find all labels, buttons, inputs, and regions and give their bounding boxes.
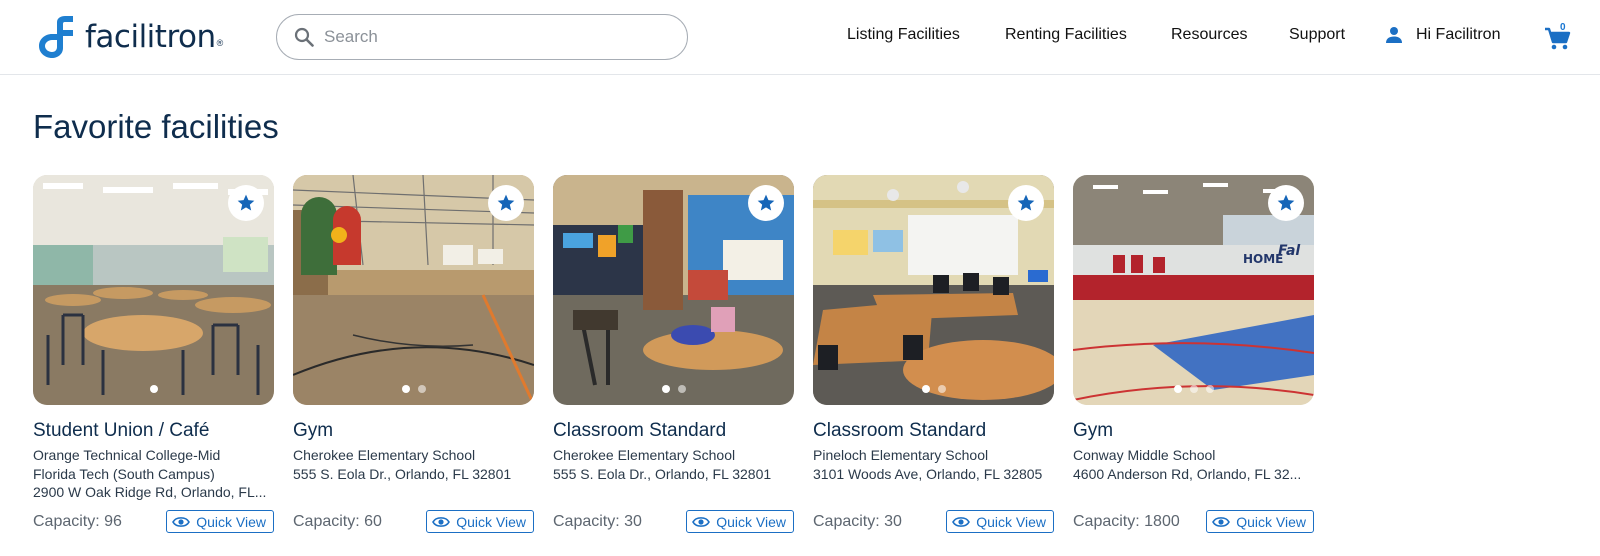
quick-view-label: Quick View [456, 513, 526, 530]
carousel-dot[interactable] [677, 385, 686, 393]
svg-text:Fal: Fal [1278, 243, 1300, 259]
facility-card[interactable]: Student Union / Café Orange Technical Co… [33, 175, 274, 533]
quick-view-button[interactable]: Quick View [946, 510, 1054, 533]
facility-photo[interactable] [293, 175, 534, 405]
card-address-line: Florida Tech (South Campus) [33, 465, 215, 482]
facility-name[interactable]: Gym [1073, 420, 1113, 442]
carousel-dot[interactable] [149, 385, 158, 393]
quick-view-button[interactable]: Quick View [686, 510, 794, 533]
facilitron-logo-icon [39, 16, 73, 58]
favorite-button[interactable] [1268, 185, 1304, 221]
facility-name[interactable]: Classroom Standard [813, 420, 986, 442]
facility-name[interactable]: Classroom Standard [553, 420, 726, 442]
facilitron-logo[interactable]: facilitron ® [33, 15, 223, 59]
carousel-dot[interactable] [937, 385, 946, 393]
eye-icon [1212, 516, 1231, 527]
card-address-line: 555 S. Eola Dr., Orlando, FL 32801 [293, 465, 512, 482]
star-icon [237, 194, 255, 211]
eye-icon [172, 516, 191, 527]
facility-photo[interactable]: HOME Fal [1073, 175, 1314, 405]
quick-view-label: Quick View [716, 513, 786, 530]
quick-view-label: Quick View [976, 513, 1046, 530]
carousel-indicator [1073, 385, 1314, 393]
card-address-line: Cherokee Elementary School [553, 447, 736, 463]
card-address-line: 555 S. Eola Dr., Orlando, FL 32801 [553, 465, 772, 482]
logo-registered-mark: ® [216, 38, 224, 48]
quick-view-label: Quick View [1236, 513, 1306, 530]
eye-icon [952, 516, 971, 527]
facility-card[interactable]: Gym Cherokee Elementary School 555 S. Eol… [293, 175, 534, 533]
carousel-dot[interactable] [417, 385, 426, 393]
card-address-line: Pineloch Elementary School [813, 447, 989, 463]
carousel-dot[interactable] [921, 385, 930, 393]
facility-address: Cherokee Elementary School 555 S. Eola Dr… [293, 446, 534, 483]
star-icon [757, 194, 775, 211]
favorite-button[interactable] [748, 185, 784, 221]
nav-support[interactable]: Support [1289, 26, 1345, 44]
star-icon [1277, 194, 1295, 211]
logo-wordmark: facilitron [85, 19, 216, 55]
cart-count-badge: 0 [1560, 22, 1566, 33]
card-address-line: Orange Technical College-Mid [33, 447, 221, 463]
carousel-dot[interactable] [1173, 385, 1182, 393]
favorite-button[interactable] [1008, 185, 1044, 221]
facility-address: Pineloch Elementary School 3101 Woods Ave… [813, 446, 1054, 483]
carousel-indicator [33, 385, 274, 393]
card-address-line: 3101 Woods Ave, Orlando, FL 32805 [813, 465, 1043, 482]
facility-address: Conway Middle School 4600 Anderson Rd, Or… [1073, 446, 1314, 483]
page-title: Favorite facilities [33, 108, 279, 145]
facility-capacity: Capacity: 1800 [1073, 513, 1180, 530]
facility-photo[interactable] [33, 175, 274, 405]
carousel-indicator [553, 385, 794, 393]
person-icon [1386, 27, 1402, 43]
facility-capacity: Capacity: 30 [553, 513, 642, 530]
facility-capacity: Capacity: 60 [293, 513, 382, 530]
favorite-button[interactable] [488, 185, 524, 221]
facility-name[interactable]: Gym [293, 420, 333, 442]
star-icon [497, 194, 515, 211]
quick-view-label: Quick View [196, 513, 266, 530]
quick-view-button[interactable]: Quick View [426, 510, 534, 533]
search-input[interactable] [324, 27, 664, 47]
facility-card[interactable]: Classroom Standard Pineloch Elementary S… [813, 175, 1054, 533]
facility-photo[interactable] [813, 175, 1054, 405]
carousel-indicator [293, 385, 534, 393]
card-address-line: 4600 Anderson Rd, Orlando, FL 32... [1073, 465, 1302, 482]
nav-renting-facilities[interactable]: Renting Facilities [1005, 26, 1127, 44]
star-icon [1017, 194, 1035, 211]
carousel-dot[interactable] [661, 385, 670, 393]
card-address-line: 2900 W Oak Ridge Rd, Orlando, FL... [33, 484, 267, 500]
facility-photo[interactable] [553, 175, 794, 405]
eye-icon [692, 516, 711, 527]
carousel-dot[interactable] [401, 385, 410, 393]
card-address-line: Cherokee Elementary School [293, 447, 476, 463]
facility-capacity: Capacity: 96 [33, 513, 122, 530]
facility-address: Orange Technical College-Mid Florida Tech… [33, 446, 274, 502]
facility-capacity: Capacity: 30 [813, 513, 902, 530]
user-menu[interactable]: Hi Facilitron [1385, 26, 1500, 44]
shopping-cart-icon[interactable] [1543, 23, 1573, 53]
quick-view-button[interactable]: Quick View [166, 510, 274, 533]
nav-listing-facilities[interactable]: Listing Facilities [847, 26, 960, 44]
search-box[interactable] [276, 14, 688, 60]
nav-resources[interactable]: Resources [1171, 26, 1247, 44]
card-address-line: Conway Middle School [1073, 447, 1216, 463]
user-greeting: Hi Facilitron [1416, 26, 1501, 43]
facility-card[interactable]: HOME Fal Gym Conway Middle School 4600 An… [1073, 175, 1314, 533]
carousel-indicator [813, 385, 1054, 393]
search-icon [294, 27, 314, 47]
quick-view-button[interactable]: Quick View [1206, 510, 1314, 533]
top-header: facilitron® Listing Facilities Renting F… [0, 0, 1600, 75]
favorite-button[interactable] [228, 185, 264, 221]
facility-name[interactable]: Student Union / Café [33, 420, 209, 442]
carousel-dot[interactable] [1205, 385, 1214, 393]
eye-icon [432, 516, 451, 527]
carousel-dot[interactable] [1189, 385, 1198, 393]
facility-card[interactable]: Classroom Standard Cherokee Elementary S… [553, 175, 794, 533]
facility-address: Cherokee Elementary School 555 S. Eola Dr… [553, 446, 794, 483]
